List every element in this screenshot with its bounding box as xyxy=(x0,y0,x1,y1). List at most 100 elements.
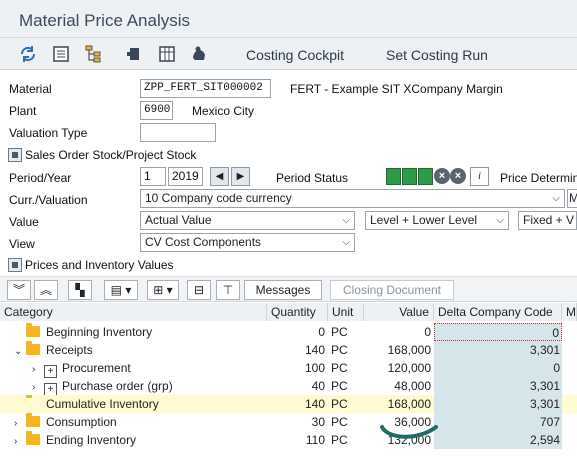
table-row[interactable]: › + Purchase order (grp) 40 PC 48,000 3,30… xyxy=(0,377,577,396)
table-row[interactable]: › Ending Inventory 110 PC 132,000 2,594 xyxy=(0,431,577,449)
status-light-3 xyxy=(418,168,433,185)
row-delta: 3,301 xyxy=(434,395,562,413)
chevron-down-icon: ⌵ xyxy=(552,193,560,204)
material-description: FERT - Example SIT XCompany Margin xyxy=(290,82,503,96)
plant-field[interactable]: 6900 xyxy=(140,101,173,120)
next-period-button[interactable]: ▶ xyxy=(231,167,250,186)
currency-valuation-value: 10 Company code currency xyxy=(145,191,292,205)
year-field[interactable]: 2019 xyxy=(168,167,203,186)
hierarchy-icon[interactable] xyxy=(84,44,104,64)
row-quantity: 30 xyxy=(311,415,325,429)
closing-document-label: Closing Document xyxy=(342,283,442,297)
hand-icon[interactable] xyxy=(189,44,209,64)
print-icon[interactable]: ▤ ▾ xyxy=(104,280,138,300)
value-dropdown[interactable]: Actual Value ⌵ xyxy=(140,211,355,230)
plant-description: Mexico City xyxy=(192,104,255,118)
row-delta[interactable]: 0 xyxy=(434,323,562,341)
folder-icon xyxy=(26,431,40,445)
sales-order-stock-toggle[interactable]: Sales Order Stock/Project Stock xyxy=(4,145,224,165)
row-value: 168,000 xyxy=(387,343,431,357)
chevron-down-icon: ⌵ xyxy=(342,215,350,226)
document-icon[interactable] xyxy=(51,44,71,64)
table-icon[interactable] xyxy=(157,44,177,64)
messages-label: Messages xyxy=(255,283,311,297)
currency-more-button[interactable]: M xyxy=(567,189,577,208)
valuation-type-field[interactable] xyxy=(140,123,216,142)
table-row[interactable]: › + Procurement 100 PC 120,000 0 xyxy=(0,359,577,378)
prices-inventory-label: Prices and Inventory Values xyxy=(25,258,174,272)
column-header-quantity[interactable]: Quantity xyxy=(267,303,328,321)
level-dropdown-value: Level + Lower Level xyxy=(370,213,478,227)
currency-valuation-label: Curr./Valuation xyxy=(9,193,88,207)
view-label: View xyxy=(9,237,35,251)
price-determination-label: Price Determin xyxy=(500,171,577,185)
table-row[interactable]: Cumulative Inventory 140 PC 168,000 3,30… xyxy=(0,395,577,413)
chevron-down-icon: ⌵ xyxy=(496,215,504,226)
toolbar: Costing Cockpit Set Costing Run xyxy=(0,38,577,70)
plant-label: Plant xyxy=(9,104,37,118)
view-dropdown[interactable]: CV Cost Components ⌵ xyxy=(140,233,355,252)
expand-icon xyxy=(8,148,22,162)
status-light-2 xyxy=(402,168,417,185)
row-value: 48,000 xyxy=(394,379,431,393)
column-header-extra[interactable]: M xyxy=(562,303,577,321)
row-value: 120,000 xyxy=(387,361,431,375)
row-delta: 707 xyxy=(434,413,562,431)
export-icon[interactable]: ⊞ ▾ xyxy=(147,280,179,300)
status-light-1 xyxy=(386,168,401,185)
row-category: Receipts xyxy=(46,343,93,357)
row-value: 168,000 xyxy=(387,397,431,411)
column-header-delta[interactable]: Delta Company Code xyxy=(434,303,562,321)
row-quantity: 0 xyxy=(318,325,325,339)
chevron-right-icon[interactable]: › xyxy=(14,433,26,451)
fixed-variable-dropdown[interactable]: Fixed + V xyxy=(518,211,577,230)
row-unit: PC xyxy=(331,379,348,393)
closing-document-button[interactable]: Closing Document xyxy=(330,280,454,300)
row-delta: 3,301 xyxy=(434,341,562,359)
row-unit: PC xyxy=(331,361,348,375)
row-quantity: 140 xyxy=(304,343,325,357)
value-label: Value xyxy=(9,215,39,229)
row-unit: PC xyxy=(331,415,348,429)
column-header-value[interactable]: Value xyxy=(364,303,434,321)
expand-all-icon[interactable]: ︽ xyxy=(34,280,58,300)
sales-order-stock-label: Sales Order Stock/Project Stock xyxy=(25,148,197,162)
material-label: Material xyxy=(9,82,52,96)
row-quantity: 100 xyxy=(304,361,325,375)
previous-period-button[interactable]: ◀ xyxy=(210,167,229,186)
structure-icon[interactable]: ⊤ xyxy=(216,280,240,300)
messages-button[interactable]: Messages xyxy=(244,280,322,300)
column-header-category[interactable]: Category xyxy=(0,303,267,321)
table-row[interactable]: ⌄ Receipts 140 PC 168,000 3,301 xyxy=(0,341,577,359)
find-icon[interactable]: ▚ xyxy=(68,280,92,300)
level-dropdown[interactable]: Level + Lower Level ⌵ xyxy=(365,211,509,230)
settings-icon[interactable]: ⊟ xyxy=(187,280,211,300)
costing-cockpit-button[interactable]: Costing Cockpit xyxy=(246,47,344,63)
row-category: Consumption xyxy=(46,415,117,429)
info-icon[interactable]: i xyxy=(470,167,489,186)
set-costing-run-button[interactable]: Set Costing Run xyxy=(386,47,488,63)
refresh-icon[interactable] xyxy=(18,44,38,64)
row-unit: PC xyxy=(331,343,348,357)
row-unit: PC xyxy=(331,433,348,447)
collapse-all-icon[interactable]: ︾ xyxy=(7,280,31,300)
currency-valuation-dropdown[interactable]: 10 Company code currency ⌵ xyxy=(140,189,565,208)
cube-icon[interactable] xyxy=(124,44,144,64)
row-category: Cumulative Inventory xyxy=(46,397,159,411)
folder-icon xyxy=(26,341,40,355)
period-field[interactable]: 1 xyxy=(140,167,166,186)
column-header-unit[interactable]: Unit xyxy=(328,303,364,321)
table-row[interactable]: › Consumption 30 PC 36,000 707 xyxy=(0,413,577,431)
row-value: 0 xyxy=(424,325,431,339)
value-dropdown-value: Actual Value xyxy=(145,213,212,227)
row-unit: PC xyxy=(331,325,348,339)
row-quantity: 40 xyxy=(311,379,325,393)
folder-icon xyxy=(26,323,40,337)
row-quantity: 140 xyxy=(304,397,325,411)
valuation-type-label: Valuation Type xyxy=(9,126,88,140)
period-year-label: Period/Year xyxy=(9,171,72,185)
table-row[interactable]: Beginning Inventory 0 PC 0 0 xyxy=(0,323,577,341)
period-status-label: Period Status xyxy=(276,171,349,185)
material-field[interactable]: ZPP_FERT_SIT000002 xyxy=(140,79,271,98)
prices-inventory-toggle[interactable]: Prices and Inventory Values xyxy=(4,255,224,275)
